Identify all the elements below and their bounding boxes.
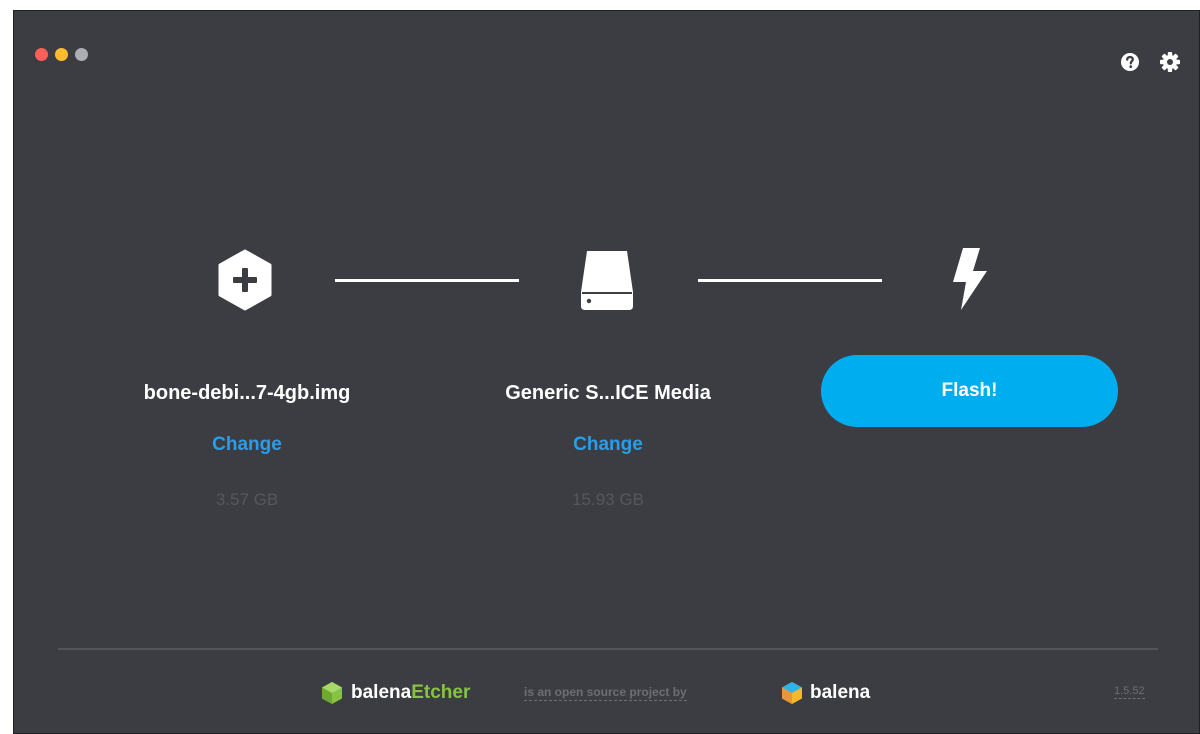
- drive-name: Generic S...ICE Media: [505, 382, 711, 404]
- step-connector-1: [335, 279, 519, 282]
- version-label[interactable]: 1.5.52: [1114, 684, 1145, 699]
- image-size: 3.57 GB: [215, 490, 279, 509]
- balena-logo-icon[interactable]: [780, 681, 804, 705]
- window-close-button[interactable]: [35, 48, 48, 61]
- footer: balenaEtcher is an open source project b…: [14, 680, 1199, 710]
- balena-etcher-logo-text[interactable]: balenaEtcher: [351, 680, 470, 706]
- help-icon[interactable]: [1119, 51, 1141, 73]
- flash-button[interactable]: Flash!: [821, 355, 1118, 427]
- window-minimize-button[interactable]: [55, 48, 68, 61]
- image-filename: bone-debi...7-4gb.img: [143, 382, 351, 404]
- drive-icon[interactable]: [578, 248, 636, 312]
- balena-etcher-logo-icon[interactable]: [320, 681, 344, 705]
- window-maximize-button[interactable]: [75, 48, 88, 61]
- balena-logo-text[interactable]: balena: [810, 680, 870, 706]
- change-drive-link[interactable]: Change: [478, 434, 738, 456]
- screen-top-margin: [0, 0, 1200, 10]
- lightning-icon: [948, 246, 990, 312]
- step-connector-2: [698, 279, 882, 282]
- gear-icon[interactable]: [1159, 51, 1181, 73]
- change-image-link[interactable]: Change: [117, 434, 377, 456]
- drive-size: 15.93 GB: [572, 490, 644, 509]
- footer-divider: [58, 648, 1158, 650]
- hexagon-plus-icon[interactable]: [217, 249, 273, 311]
- etcher-window: bone-debi...7-4gb.img Change 3.57 GB Gen…: [13, 10, 1200, 734]
- footer-tagline[interactable]: is an open source project by: [524, 685, 687, 701]
